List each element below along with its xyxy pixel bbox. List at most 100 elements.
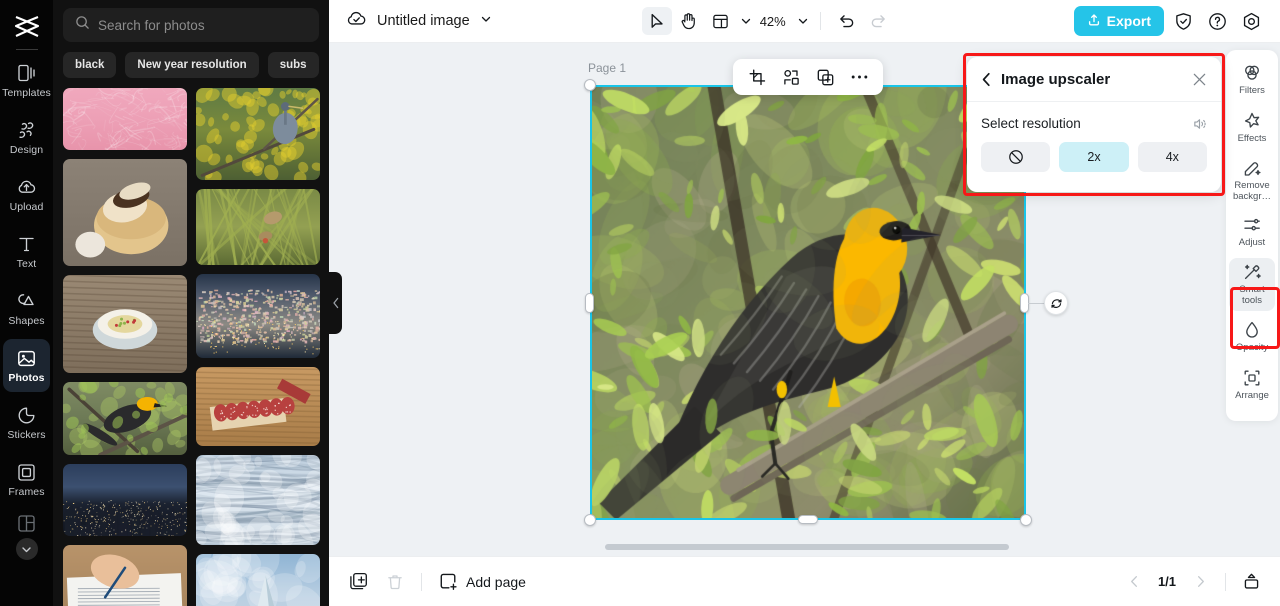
right-tool-label: Remove backgr… — [1232, 180, 1271, 202]
capcut-logo-icon[interactable] — [10, 12, 44, 42]
zoom-level-value[interactable]: 42% — [760, 14, 786, 29]
add-page-button[interactable]: Add page — [439, 572, 526, 591]
duplicate-page-button[interactable] — [343, 567, 373, 597]
undo-button[interactable] — [832, 7, 862, 35]
photo-thumbnail-pink-paper-texture[interactable] — [63, 88, 187, 150]
replace-button[interactable] — [776, 63, 806, 91]
hand-tool-button[interactable] — [674, 7, 704, 35]
photo-thumbnail-heron-on-branch[interactable] — [196, 88, 320, 180]
speaker-icon[interactable] — [1192, 117, 1207, 131]
top-right-group: Export — [1073, 6, 1280, 36]
search-box[interactable] — [63, 8, 319, 42]
select-tool-button[interactable] — [641, 7, 672, 35]
photo-thumbnail-bird-in-reeds[interactable] — [196, 189, 320, 265]
search-tag[interactable]: subs — [267, 52, 319, 78]
pages-panel-button[interactable] — [1236, 567, 1266, 597]
sidebar-item-text[interactable]: Text — [3, 225, 50, 278]
rotate-handle[interactable] — [1044, 291, 1068, 315]
search-tag[interactable]: black — [63, 52, 117, 78]
photo-column-right — [196, 88, 320, 606]
artboard[interactable] — [590, 85, 1026, 520]
sidebar-item-shapes[interactable]: Shapes — [3, 282, 50, 335]
resize-handle-bottom-right[interactable] — [1020, 514, 1032, 526]
photo-thumbnail-city-skyline-night[interactable] — [63, 464, 187, 536]
more-horizontal-icon[interactable] — [844, 63, 874, 91]
prev-page-button[interactable] — [1119, 567, 1149, 597]
right-tool-arrange[interactable]: Arrange — [1229, 363, 1275, 407]
photo-thumbnail-hand-writing-paper[interactable] — [63, 545, 187, 606]
sidebar-item-photos[interactable]: Photos — [3, 339, 50, 392]
zoom-chevron-down-icon[interactable] — [797, 15, 809, 27]
canvas-horizontal-scrollbar[interactable] — [605, 544, 1009, 550]
export-button[interactable]: Export — [1073, 6, 1164, 36]
right-tool-label: Effects — [1237, 133, 1267, 145]
resolution-2x[interactable]: 2x — [1059, 142, 1129, 172]
left-rail: Templates Design Upload Text Shapes Photos Sti… — [0, 0, 53, 606]
right-tool-effects[interactable]: Effects — [1229, 106, 1275, 150]
right-tool-opacity[interactable]: Opacity — [1229, 315, 1275, 359]
upscaler-back-chevron-left-icon[interactable] — [981, 72, 992, 87]
crop-button[interactable] — [742, 63, 772, 91]
sidebar-item-stickers[interactable]: Stickers — [3, 396, 50, 449]
smart-tools-wand-icon — [1242, 262, 1262, 282]
resolution-none[interactable] — [981, 142, 1051, 172]
toolbar-divider — [819, 12, 821, 30]
selected-image-yellow-headed-blackbird[interactable] — [590, 85, 1026, 520]
export-upload-icon — [1087, 13, 1101, 30]
photo-thumbnail-yellow-headed-blackbird[interactable] — [63, 382, 187, 455]
right-tool-filters[interactable]: Filters — [1229, 58, 1275, 102]
resize-handle-bottom-left[interactable] — [584, 514, 596, 526]
duplicate-button[interactable] — [810, 63, 840, 91]
close-icon[interactable] — [1192, 72, 1207, 87]
sidebar-item-design[interactable]: Design — [3, 111, 50, 164]
delete-page-button[interactable] — [380, 567, 410, 597]
photos-icon — [16, 348, 37, 369]
resize-handle-bottom-center[interactable] — [798, 515, 818, 524]
sidebar-item-frames[interactable]: Frames — [3, 453, 50, 506]
redo-button[interactable] — [864, 7, 894, 35]
resize-handle-top-left[interactable] — [584, 79, 596, 91]
view-tools-group: 42% — [641, 7, 894, 35]
layout-chevron-down-icon[interactable] — [740, 15, 752, 27]
shield-check-icon[interactable] — [1168, 6, 1198, 36]
rail-items: Templates Design Upload Text Shapes Photos Sti… — [2, 54, 51, 536]
stickers-icon — [16, 405, 37, 426]
search-icon — [75, 15, 90, 35]
sidebar-item-templates[interactable]: Templates — [2, 54, 51, 107]
photo-thumbnail-snow-mountains-aerial[interactable] — [196, 455, 320, 545]
right-tool-label: Adjust — [1238, 237, 1266, 249]
resize-handle-left-center[interactable] — [585, 293, 594, 313]
upload-cloud-icon — [16, 177, 37, 198]
right-tool-smart-tools[interactable]: Smart tools — [1229, 258, 1275, 311]
photo-thumbnail-soup-bowl-wood[interactable] — [63, 275, 187, 373]
right-tool-adjust[interactable]: Adjust — [1229, 210, 1275, 254]
photo-thumbnail-salami-bread-board[interactable] — [196, 367, 320, 446]
right-tools-panel: Filters Effects Remove backgr… Adjust Smart … — [1226, 50, 1278, 421]
panel-collapse-handle[interactable] — [329, 272, 342, 334]
photo-thumbnail-ice-block-sky[interactable] — [196, 554, 320, 606]
text-icon — [16, 234, 37, 255]
right-tool-remove-backgr[interactable]: Remove backgr… — [1229, 154, 1275, 206]
sidebar-item-label: Design — [9, 143, 44, 156]
design-icon — [16, 120, 37, 141]
next-page-button[interactable] — [1185, 567, 1215, 597]
resolution-4x[interactable]: 4x — [1137, 142, 1207, 172]
photo-thumbnail-bread-basket[interactable] — [63, 159, 187, 266]
filters-icon — [1242, 63, 1262, 83]
document-title-chevron-down-icon[interactable] — [480, 12, 492, 30]
settings-gear-icon[interactable] — [1236, 6, 1266, 36]
search-tag[interactable]: New year resolution — [125, 52, 259, 78]
rail-expand-more-button[interactable] — [15, 538, 38, 560]
bottom-right-group: 1/1 — [1119, 567, 1280, 597]
photo-column-left — [63, 88, 187, 606]
photo-thumbnail-coastal-town-dusk[interactable] — [196, 274, 320, 358]
sidebar-item-upload[interactable]: Upload — [3, 168, 50, 221]
document-title[interactable]: Untitled image — [377, 13, 470, 29]
grid-more-icon — [16, 513, 37, 534]
cloud-saved-icon[interactable] — [346, 10, 367, 33]
right-tool-label: Arrange — [1235, 389, 1269, 401]
search-input[interactable] — [98, 17, 307, 33]
layout-tool-button[interactable] — [706, 7, 736, 35]
sidebar-item-more[interactable] — [3, 510, 50, 536]
help-circle-icon[interactable] — [1202, 6, 1232, 36]
